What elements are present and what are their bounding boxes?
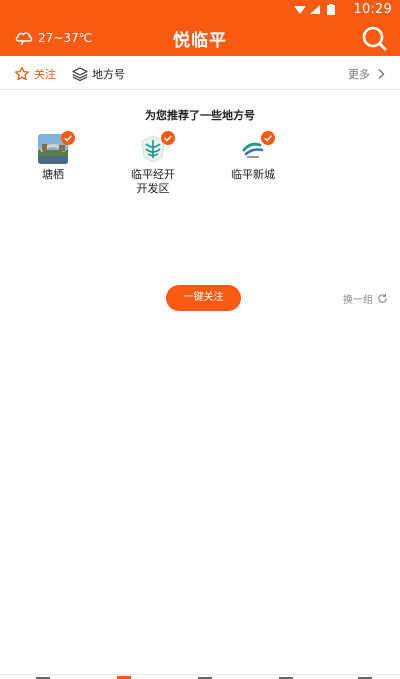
recommend-title: 为您推荐了一些地方号	[145, 109, 255, 122]
tab-follow[interactable]: 关注	[14, 65, 56, 83]
refresh-icon	[378, 293, 387, 303]
app-bar: 27~37℃ 悦临平	[0, 20, 400, 56]
recommend-item-name: 临平新城	[231, 168, 275, 181]
refresh-label: 换一组	[343, 294, 373, 306]
bottom-nav-bar	[0, 674, 400, 679]
more-label: 更多	[348, 68, 370, 81]
recommend-item-name: 塘栖	[42, 168, 64, 181]
status-bar: 10:29	[0, 0, 400, 20]
check-circle-icon[interactable]	[161, 131, 175, 145]
tab-place[interactable]: 地方号	[72, 65, 125, 83]
search-icon[interactable]	[360, 24, 388, 52]
recommend-item[interactable]: 临平经开 开发区	[118, 131, 188, 196]
tab-place-label: 地方号	[92, 68, 125, 81]
sub-tab-bar: 关注 地方号 更多	[0, 56, 400, 90]
star-icon	[14, 66, 30, 81]
chevron-right-icon	[378, 69, 385, 79]
layers-icon	[72, 67, 88, 82]
tab-follow-label: 关注	[34, 68, 56, 81]
more-link[interactable]: 更多	[348, 66, 386, 82]
system-status-icons	[294, 4, 335, 15]
check-circle-icon[interactable]	[261, 131, 275, 145]
status-time: 10:29	[353, 2, 392, 17]
recommend-item-name: 临平经开 开发区	[131, 168, 175, 195]
follow-all-button[interactable]: 一键关注	[166, 285, 241, 311]
recommend-item[interactable]: 塘栖	[18, 131, 88, 182]
check-circle-icon[interactable]	[61, 131, 75, 145]
app-title: 悦临平	[173, 31, 227, 51]
refresh-button[interactable]: 换一组	[343, 291, 388, 306]
recommend-item[interactable]: 临平新城	[218, 131, 288, 182]
